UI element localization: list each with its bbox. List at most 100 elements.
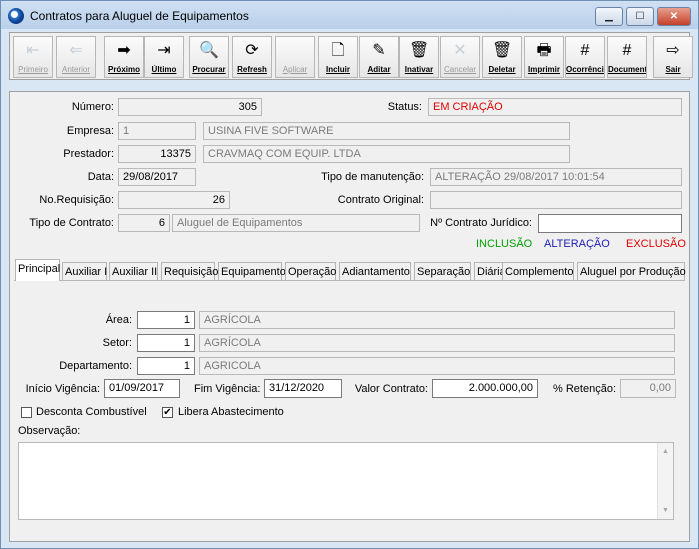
tab-auxiliar-ii[interactable]: Auxiliar II [109, 262, 158, 281]
apply-icon [285, 41, 305, 61]
toolbar-primeiro-button[interactable]: ⇤ Primeiro [13, 36, 53, 78]
observacao-scrollbar[interactable]: ▲ ▼ [657, 443, 673, 519]
toolbar-cancelar-label: Cancelar [443, 65, 476, 74]
contrato-juridico-label: Nº Contrato Jurídico: [430, 217, 532, 229]
tab-operação[interactable]: Operação [285, 262, 336, 281]
empresa-code-field: 1 [118, 122, 196, 140]
tipo-manutencao-label: Tipo de manutenção: [321, 171, 424, 183]
form-panel: Número: 305 Status: EM CRIAÇÃO Empresa: … [9, 91, 690, 542]
close-button[interactable]: ✕ [657, 7, 691, 26]
search-icon: 🔍 [199, 42, 219, 59]
toolbar-documento-button[interactable]: # Documento [607, 36, 647, 78]
toolbar-aplicar-button[interactable]: Aplicar [275, 36, 315, 78]
exclusao-flag: EXCLUSÃO [626, 238, 686, 250]
tab-adiantamento[interactable]: Adiantamento [339, 262, 411, 281]
contrato-juridico-input[interactable] [538, 214, 682, 233]
minimize-button[interactable]: ▁ [595, 7, 623, 26]
toolbar-aditar-label: Aditar [367, 65, 391, 74]
numero-field: 305 [118, 98, 262, 116]
tab-aluguel-por-produção[interactable]: Aluguel por Produção [577, 262, 686, 281]
area-code-input[interactable]: 1 [137, 311, 195, 329]
toolbar-sair-label: Sair [665, 65, 681, 74]
area-label: Área: [105, 314, 132, 326]
empresa-name-field: USINA FIVE SOFTWARE [203, 122, 570, 140]
trash-bin-icon: 🗑 [409, 42, 430, 59]
departamento-name-field: AGRICOLA [199, 357, 675, 375]
toolbar-anterior-button[interactable]: ⇐ Anterior [56, 36, 96, 78]
toolbar-proximo-button[interactable]: ➡ Próximo [104, 36, 144, 78]
tab-principal[interactable]: Principal [15, 259, 60, 281]
libera-abastecimento-label: Libera Abastecimento [178, 406, 284, 418]
scroll-down-icon[interactable]: ▼ [658, 503, 673, 518]
toolbar-anterior-label: Anterior [61, 65, 90, 74]
observacao-textarea[interactable]: ▲ ▼ [18, 442, 674, 520]
tab-requisição[interactable]: Requisição [161, 262, 218, 281]
toolbar-inativar-label: Inativar [404, 65, 434, 74]
contrato-original-field [430, 191, 682, 209]
title-bar[interactable]: Contratos para Aluguel de Equipamentos ▁… [1, 1, 698, 29]
toolbar-procurar-button[interactable]: 🔍 Procurar [189, 36, 229, 78]
cancel-icon: ✕ [453, 42, 467, 59]
toolbar-sair-button[interactable]: ⇨ Sair [653, 36, 693, 78]
fim-vigencia-input[interactable]: 31/12/2020 [264, 379, 342, 398]
libera-abastecimento-checkbox[interactable]: ✔ [162, 407, 173, 418]
exit-door-icon: ⇨ [666, 42, 680, 59]
area-name-field: AGRÍCOLA [199, 311, 675, 329]
numero-label: Número: [71, 101, 114, 113]
valor-contrato-input[interactable]: 2.000.000,00 [432, 379, 538, 398]
tab-separação[interactable]: Separação [414, 262, 471, 281]
departamento-label: Departamento: [59, 360, 132, 372]
tab-equipamento[interactable]: Equipamento [218, 262, 286, 281]
new-document-icon: 🗋 [331, 42, 345, 59]
toolbar-deletar-button[interactable]: 🗑 Deletar [482, 36, 522, 78]
observacao-label: Observação: [18, 425, 81, 437]
tipo-contrato-code-field: 6 [118, 214, 170, 232]
toolbar-refresh-label: Refresh [237, 65, 267, 74]
edit-eraser-icon: ✎ [372, 42, 386, 59]
toolbar-refresh-button[interactable]: ⟳ Refresh [232, 36, 272, 78]
toolbar-inativar-button[interactable]: 🗑 Inativar [399, 36, 439, 78]
tipo-manutencao-field: ALTERAÇÃO 29/08/2017 10:01:54 [430, 168, 682, 186]
previous-record-icon: ⇐ [69, 42, 83, 59]
no-requisicao-label: No.Requisição: [39, 194, 114, 206]
refresh-icon: ⟳ [245, 42, 259, 59]
toolbar: ⇤ Primeiro ⇐ Anterior ➡ Próximo ⇥ Último 🔍 Procur… [9, 32, 693, 80]
inicio-vigencia-input[interactable]: 01/09/2017 [104, 379, 180, 398]
app-icon [8, 8, 24, 24]
tab-complemento[interactable]: Complemento [502, 262, 574, 281]
toolbar-incluir-button[interactable]: 🗋 Incluir [318, 36, 358, 78]
fim-vigencia-label: Fim Vigência: [194, 383, 261, 395]
no-requisicao-field: 26 [118, 191, 230, 209]
inicio-vigencia-label: Início Vigência: [25, 383, 100, 395]
printer-icon: 🖶 [536, 42, 552, 59]
retencao-field: 0,00 [620, 379, 676, 398]
grid-document-icon: # [622, 42, 632, 59]
valor-contrato-label: Valor Contrato: [354, 383, 428, 395]
toolbar-aditar-button[interactable]: ✎ Aditar [359, 36, 399, 78]
toolbar-documento-label: Documento [608, 65, 646, 74]
prestador-name-field: CRAVMAQ COM EQUIP. LTDA [203, 145, 570, 163]
data-label: Data: [87, 171, 114, 183]
desconta-combustivel-checkbox[interactable] [21, 407, 32, 418]
setor-label: Setor: [102, 337, 132, 349]
status-field: EM CRIAÇÃO [428, 98, 682, 116]
toolbar-aplicar-label: Aplicar [282, 65, 308, 74]
toolbar-ocorrencia-button[interactable]: # Ocorrência [565, 36, 605, 78]
departamento-code-input[interactable]: 1 [137, 357, 195, 375]
toolbar-imprimir-button[interactable]: 🖶 Imprimir [524, 36, 564, 78]
contracts-window: Contratos para Aluguel de Equipamentos ▁… [0, 0, 699, 549]
tipo-contrato-name-field: Aluguel de Equipamentos [172, 214, 420, 232]
maximize-button[interactable]: ☐ [626, 7, 654, 26]
scroll-up-icon[interactable]: ▲ [658, 444, 673, 459]
toolbar-incluir-label: Incluir [325, 65, 350, 74]
toolbar-primeiro-label: Primeiro [18, 65, 48, 74]
setor-name-field: AGRÍCOLA [199, 334, 675, 352]
toolbar-imprimir-label: Imprimir [527, 65, 560, 74]
grid-icon: # [580, 42, 590, 59]
retencao-label: % Retenção: [553, 383, 616, 395]
prestador-code-field: 13375 [118, 145, 196, 163]
tab-auxiliar-i[interactable]: Auxiliar I [62, 262, 107, 281]
setor-code-input[interactable]: 1 [137, 334, 195, 352]
toolbar-cancelar-button[interactable]: ✕ Cancelar [440, 36, 480, 78]
toolbar-ultimo-button[interactable]: ⇥ Último [144, 36, 184, 78]
